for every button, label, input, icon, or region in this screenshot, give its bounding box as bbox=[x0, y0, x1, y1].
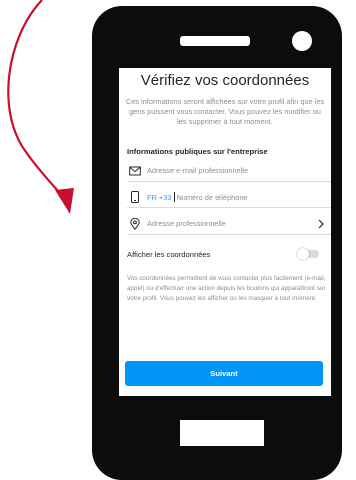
phone-home-button[interactable] bbox=[180, 420, 264, 446]
page-subtitle: Ces informations seront affichées sur vo… bbox=[125, 97, 325, 126]
address-field[interactable]: Adresse professionnelle bbox=[127, 213, 331, 235]
section-title: Informations publiques sur l'entreprise bbox=[127, 147, 268, 156]
phone-speaker bbox=[180, 36, 250, 46]
show-contact-toggle[interactable] bbox=[297, 248, 319, 260]
email-placeholder: Adresse e-mail professionnelle bbox=[147, 166, 249, 175]
phone-camera bbox=[292, 31, 312, 51]
address-placeholder: Adresse professionnelle bbox=[147, 219, 226, 228]
page-title: Vérifiez vos coordonnées bbox=[140, 72, 310, 89]
divider bbox=[127, 234, 331, 235]
toggle-knob bbox=[297, 248, 309, 260]
phone-icon bbox=[131, 191, 139, 203]
phone-placeholder: Numéro de téléphone bbox=[176, 193, 248, 202]
phone-screen: Vérifiez vos coordonnées Ces information… bbox=[119, 68, 331, 396]
divider bbox=[127, 181, 331, 182]
chevron-right-icon bbox=[318, 219, 324, 229]
country-code-selector[interactable]: FR +33 bbox=[147, 193, 171, 202]
next-button[interactable]: Suivant bbox=[125, 361, 323, 386]
divider bbox=[127, 207, 331, 208]
phone-field[interactable]: FR +33 Numéro de téléphone bbox=[127, 186, 331, 208]
envelope-icon bbox=[129, 166, 141, 176]
show-contact-label: Afficher les coordonnées bbox=[127, 250, 211, 259]
email-field[interactable]: Adresse e-mail professionnelle bbox=[127, 160, 331, 182]
contact-description: Vos coordonnées permettent de vous conta… bbox=[127, 275, 326, 302]
location-pin-icon bbox=[130, 218, 140, 230]
